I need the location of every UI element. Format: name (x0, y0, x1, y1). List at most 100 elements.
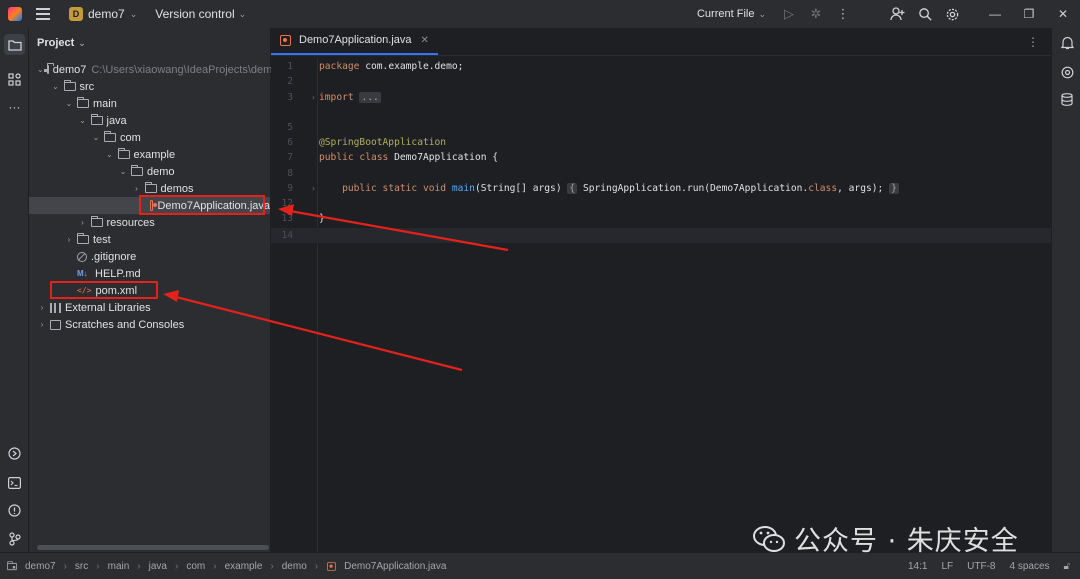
ai-assistant-icon[interactable] (1057, 62, 1077, 82)
expand-chevron-icon[interactable]: ⌄ (37, 65, 44, 74)
code-line[interactable]: 13} (271, 211, 1051, 226)
search-icon[interactable] (914, 3, 936, 25)
git-icon[interactable] (4, 528, 25, 549)
library-icon (50, 302, 61, 313)
collapse-chevron-icon[interactable]: › (37, 303, 47, 312)
collapse-chevron-icon[interactable]: › (64, 235, 74, 244)
expand-chevron-icon[interactable]: ⌄ (78, 116, 88, 125)
problems-icon[interactable] (4, 500, 25, 521)
folded-region[interactable]: ... (359, 92, 381, 103)
version-control-label: Version control (155, 7, 235, 21)
expand-chevron-icon[interactable]: ⌄ (64, 99, 74, 108)
tree-item[interactable]: ⌄ example (29, 146, 270, 163)
line-separator[interactable]: LF (941, 561, 953, 572)
code-line[interactable]: 7 public class Demo7Application { (271, 150, 1051, 165)
code-line[interactable]: 12 (271, 196, 1051, 211)
read-only-lock-icon[interactable]: 🔓︎ (1064, 561, 1070, 572)
close-tab-icon[interactable]: ✕ (421, 35, 429, 46)
tree-item[interactable]: M↓ HELP.md (29, 265, 270, 282)
project-switcher-button[interactable]: D demo7 ⌄ (64, 3, 142, 25)
folder-icon (77, 97, 89, 108)
breadcrumb-item[interactable]: src (75, 561, 88, 572)
breadcrumb-item[interactable]: example (225, 561, 263, 572)
breadcrumb-item[interactable]: demo (282, 561, 307, 572)
scratches-icon (50, 319, 61, 330)
version-control-button[interactable]: Version control ⌄ (150, 3, 251, 25)
collapse-chevron-icon[interactable]: › (37, 320, 47, 329)
folded-region[interactable]: } (889, 183, 899, 194)
expand-chevron-icon[interactable]: ⌄ (91, 133, 101, 142)
horizontal-scrollbar[interactable] (37, 545, 269, 550)
tree-item[interactable]: › Scratches and Consoles (29, 316, 270, 333)
folder-icon (90, 114, 103, 125)
code-token: public static void (342, 183, 452, 194)
structure-icon[interactable] (4, 69, 25, 90)
tree-item[interactable]: › resources (29, 214, 270, 231)
code-line[interactable]: 5 (271, 120, 1051, 135)
fold-toggle-icon[interactable]: › (311, 184, 316, 193)
tree-item[interactable]: ⌄ demo7 C:\Users\xiaowang\IdeaProjects\dem… (29, 61, 285, 78)
minimize-button[interactable]: — (978, 0, 1012, 28)
file-encoding[interactable]: UTF-8 (967, 561, 995, 572)
breadcrumb-item[interactable]: Demo7Application.java (344, 561, 446, 572)
breadcrumb-separator-icon: › (213, 560, 217, 572)
code-line[interactable]: 14 (271, 228, 1051, 243)
settings-gear-icon[interactable] (941, 3, 963, 25)
main-menu-icon[interactable] (36, 8, 50, 20)
project-tool-folder-icon[interactable] (4, 34, 25, 55)
more-actions-icon[interactable]: ⋮ (832, 3, 854, 25)
folder-icon (77, 233, 89, 244)
code-line[interactable]: 3 › import ... (271, 90, 1051, 105)
highlight-box-pom-xml (50, 281, 158, 299)
tree-item[interactable]: ⌄ com (29, 129, 270, 146)
caret-position[interactable]: 14:1 (908, 561, 927, 572)
tab-label: Demo7Application.java (299, 34, 412, 46)
code-line[interactable]: 6 @SpringBootApplication (271, 135, 1051, 150)
tree-item[interactable]: ⌄ src (29, 78, 270, 95)
fold-toggle-icon[interactable]: › (311, 93, 316, 102)
run-configuration-selector[interactable]: Current File ⌄ (697, 8, 766, 20)
collapse-chevron-icon[interactable]: › (78, 218, 88, 227)
tree-item[interactable]: › test (29, 231, 270, 248)
code-line[interactable]: 8 (271, 166, 1051, 181)
tree-item[interactable]: › External Libraries (29, 299, 270, 316)
code-line[interactable]: 9 › public static void main (String[] args… (271, 181, 1051, 196)
restore-button[interactable]: ❐ (1012, 0, 1046, 28)
add-user-icon[interactable] (887, 3, 909, 25)
expand-chevron-icon[interactable]: ⌄ (105, 150, 115, 159)
services-icon[interactable] (4, 443, 25, 464)
collapse-chevron-icon[interactable]: › (132, 184, 142, 193)
tree-item-label: demos (160, 182, 194, 195)
database-icon[interactable] (1057, 89, 1077, 109)
breadcrumb-separator-icon: › (314, 560, 319, 572)
breadcrumb-item[interactable]: demo7 (25, 561, 56, 572)
debug-icon[interactable]: ✲ (805, 3, 827, 25)
breadcrumb-item[interactable]: main (108, 561, 130, 572)
expand-chevron-icon[interactable]: ⌄ (118, 167, 128, 176)
tab-demo7application[interactable]: Demo7Application.java ✕ (271, 27, 438, 55)
close-button[interactable]: ✕ (1046, 0, 1080, 28)
more-tools-icon[interactable]: ··· (4, 96, 25, 117)
project-panel-header[interactable]: Project ⌄ (29, 28, 270, 58)
terminal-icon[interactable] (4, 472, 25, 493)
code-line[interactable]: 1 package com.example.demo; (271, 59, 1051, 74)
notifications-bell-icon[interactable] (1057, 33, 1077, 53)
tree-item[interactable]: ⌄ main (29, 95, 270, 112)
tree-item-label: src (79, 80, 95, 93)
tree-item[interactable]: ⌄ java (29, 112, 270, 129)
breadcrumb-item[interactable]: com (186, 561, 205, 572)
more-options-icon[interactable]: ⋮ (1027, 35, 1039, 49)
chevron-down-icon: ⌄ (238, 8, 247, 19)
chevron-down-icon: ⌄ (758, 8, 766, 19)
gitignore-icon (77, 251, 87, 262)
breadcrumb-separator-icon: › (270, 560, 274, 572)
breadcrumb-item[interactable]: java (149, 561, 167, 572)
code-token: main (451, 183, 475, 194)
folded-region[interactable]: { (567, 183, 578, 194)
tree-item[interactable]: ⌄ demo (29, 163, 270, 180)
expand-chevron-icon[interactable]: ⌄ (51, 82, 61, 91)
run-icon[interactable]: ▷ (778, 3, 800, 25)
indent-setting[interactable]: 4 spaces (1009, 561, 1049, 572)
tree-item[interactable]: .gitignore (29, 248, 270, 265)
code-line[interactable]: 2 (271, 74, 1051, 89)
